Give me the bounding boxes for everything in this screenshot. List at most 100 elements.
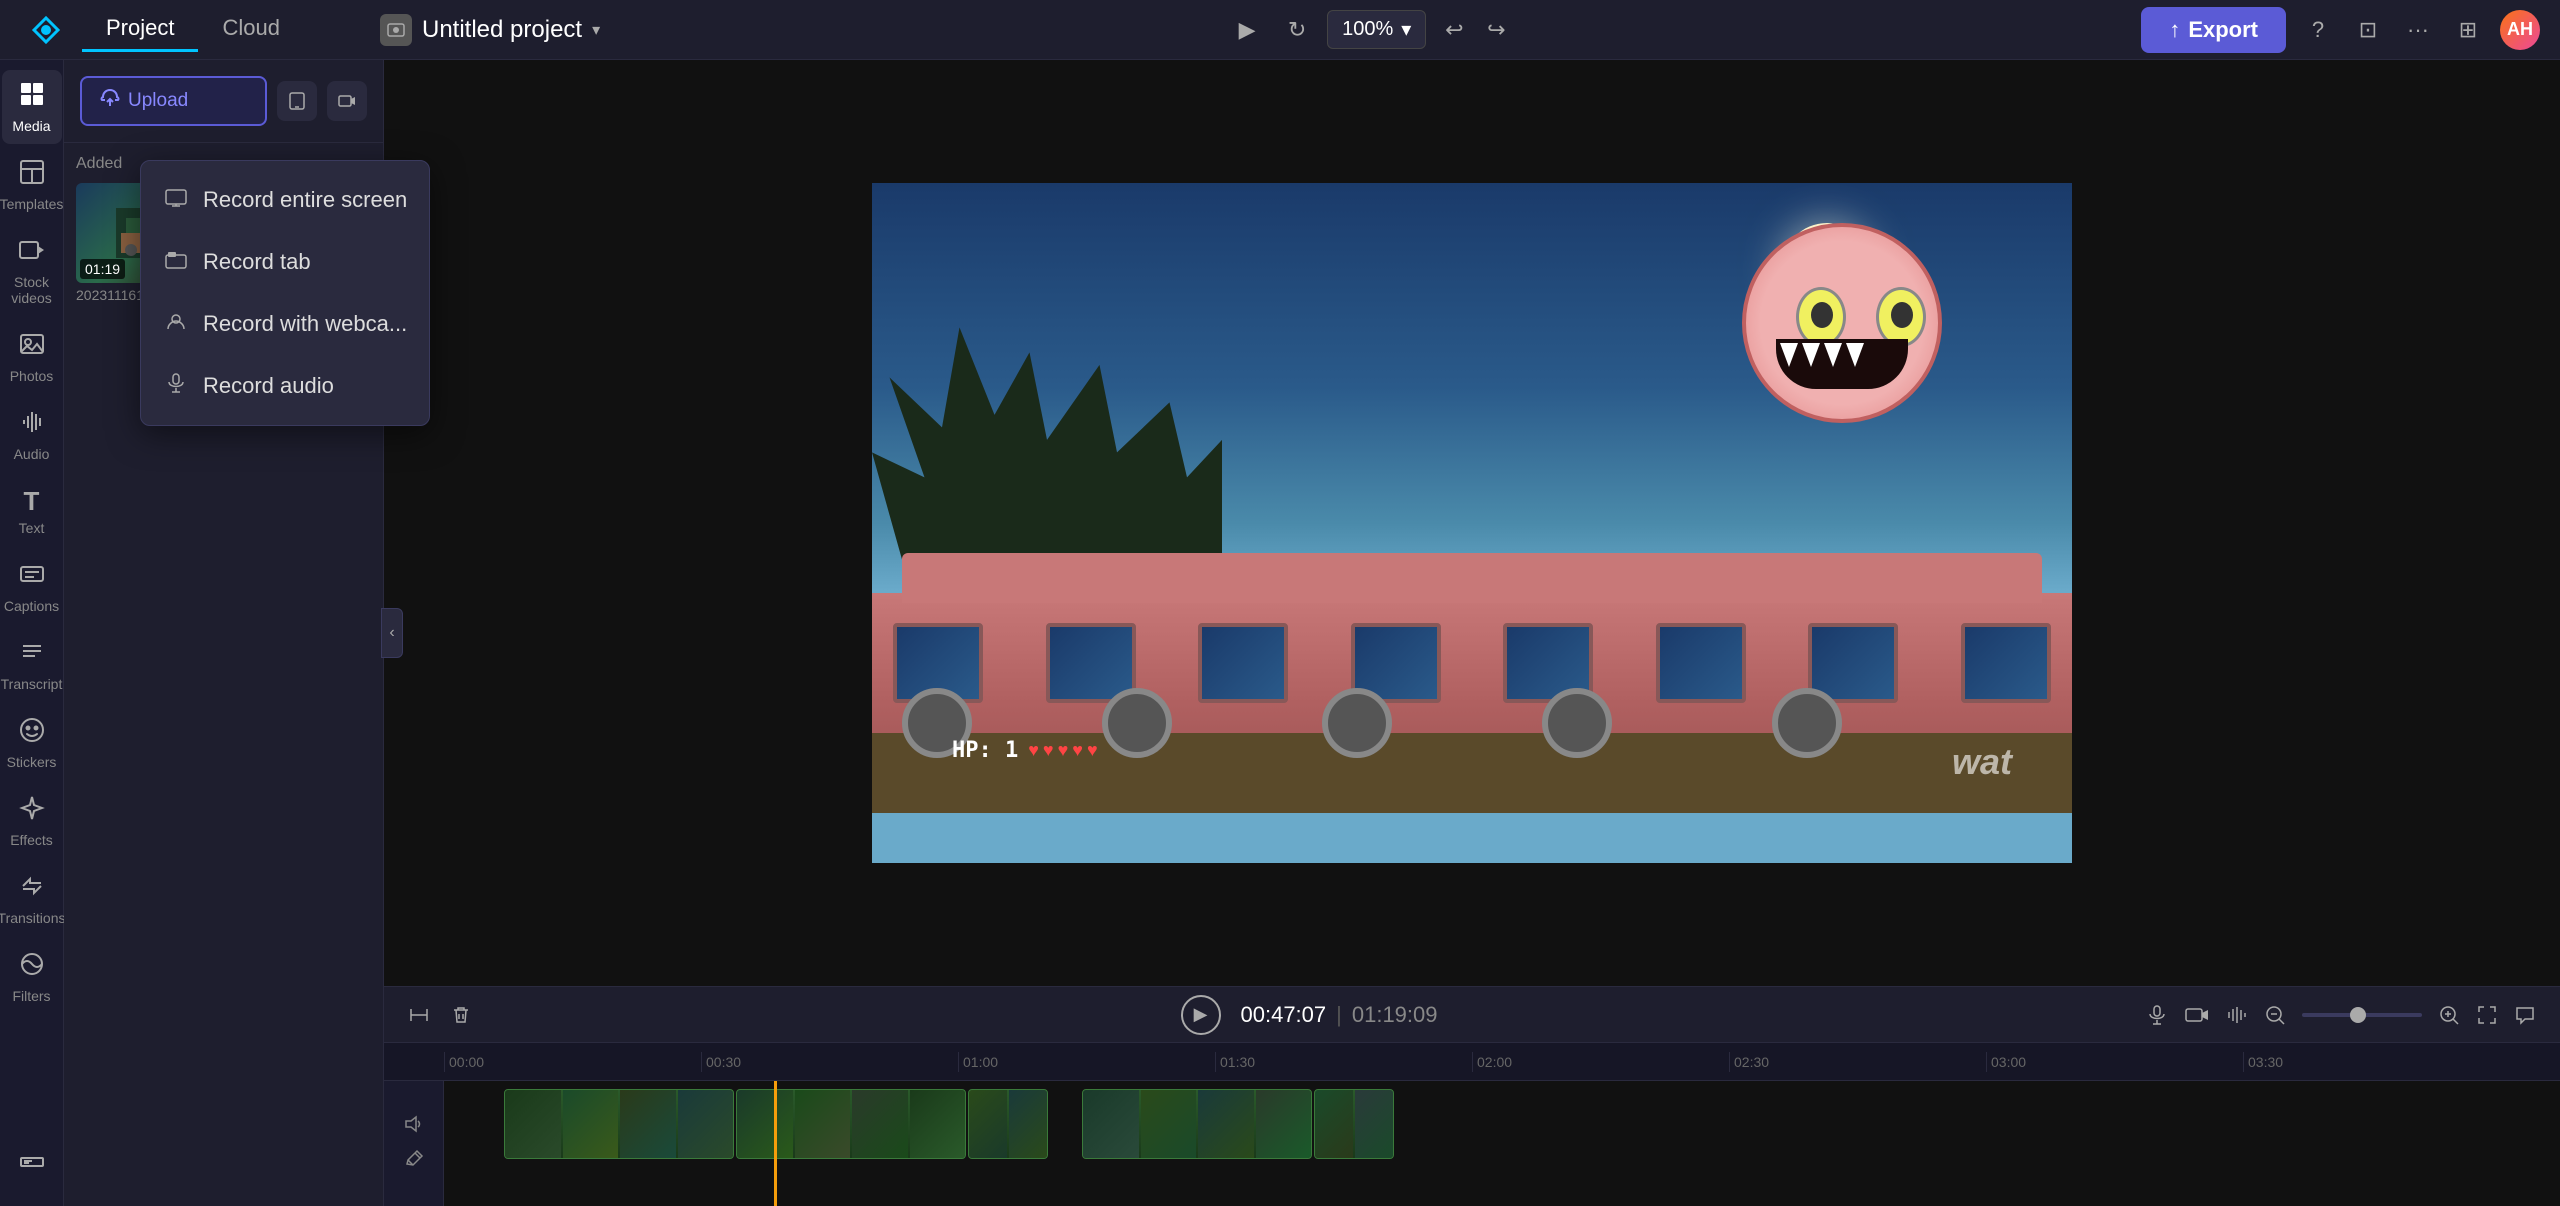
filters-icon bbox=[18, 950, 46, 985]
layout-toggle-button[interactable]: ⊞ bbox=[2450, 12, 2486, 48]
loop-button[interactable]: ↻ bbox=[1277, 10, 1317, 50]
zoom-slider-track[interactable] bbox=[2302, 1013, 2422, 1017]
project-title: Untitled project bbox=[422, 16, 582, 44]
media-duration: 01:19 bbox=[80, 259, 125, 279]
redo-button[interactable]: ↪ bbox=[1478, 12, 1514, 48]
sidebar-item-media[interactable]: Media bbox=[2, 70, 62, 144]
zoom-slider[interactable] bbox=[2302, 1013, 2422, 1017]
captions-icon bbox=[18, 560, 46, 595]
right-letterbox bbox=[2400, 60, 2560, 986]
sidebar-label-photos: Photos bbox=[10, 368, 54, 384]
boss-tooth-1 bbox=[1780, 343, 1798, 367]
more-options-button[interactable]: ··· bbox=[2400, 12, 2436, 48]
record-audio-icon bbox=[163, 373, 189, 399]
undo-button[interactable]: ↩ bbox=[1436, 12, 1472, 48]
canvas-preview: HP: 1 ♥ ♥ ♥ ♥ ♥ wat bbox=[384, 60, 2560, 986]
record-screen-item[interactable]: Record entire screen bbox=[141, 169, 429, 231]
brand-kit-button[interactable]: ⊡ bbox=[2350, 12, 2386, 48]
sidebar-item-effects[interactable]: Effects bbox=[2, 784, 62, 858]
comment-button[interactable] bbox=[2514, 1004, 2536, 1026]
record-screen-label: Record entire screen bbox=[203, 187, 407, 213]
tab-project[interactable]: Project bbox=[82, 7, 198, 52]
tablet-button[interactable] bbox=[277, 81, 317, 121]
record-screen-icon bbox=[163, 187, 189, 213]
total-time: 01:19:09 bbox=[1352, 1002, 1438, 1028]
watermark-text: wat bbox=[1952, 741, 2012, 782]
clip-3-thumbnail bbox=[969, 1090, 1047, 1158]
hp-text: HP: 1 bbox=[952, 738, 1018, 763]
topbar-right: ↑ Export ? ⊡ ··· ⊞ AH bbox=[2141, 7, 2540, 53]
train-window-3 bbox=[1198, 623, 1288, 703]
app-logo bbox=[20, 4, 72, 56]
current-time: 00:47:07 bbox=[1241, 1002, 1327, 1028]
hide-panel-button[interactable]: ‹ bbox=[381, 608, 403, 658]
train-wheel-5 bbox=[1772, 688, 1842, 758]
delete-button[interactable] bbox=[450, 1004, 472, 1026]
clip-1[interactable] bbox=[504, 1089, 734, 1159]
sidebar-item-transcript[interactable]: Transcript bbox=[2, 628, 62, 702]
tree-silhouette bbox=[872, 327, 1222, 577]
record-webcam-item[interactable]: Record with webca... bbox=[141, 293, 429, 355]
sidebar-item-stickers[interactable]: Stickers bbox=[2, 706, 62, 780]
game-scene: HP: 1 ♥ ♥ ♥ ♥ ♥ wat bbox=[872, 183, 2072, 863]
clip-3[interactable] bbox=[968, 1089, 1048, 1159]
timeline-play-button[interactable]: ▶ bbox=[1181, 995, 1221, 1035]
sidebar-label-stock: Stock videos bbox=[8, 274, 56, 306]
clip-2[interactable] bbox=[736, 1089, 966, 1159]
sidebar-label-text: Text bbox=[19, 520, 45, 536]
record-audio-item[interactable]: Record audio bbox=[141, 355, 429, 417]
train-wheel-3 bbox=[1322, 688, 1392, 758]
project-dropdown-arrow-icon[interactable]: ▾ bbox=[592, 20, 600, 40]
mic-button[interactable] bbox=[2146, 1004, 2168, 1026]
record-tab-item[interactable]: Record tab bbox=[141, 231, 429, 293]
sidebar-item-transitions[interactable]: Transitions bbox=[2, 862, 62, 936]
sidebar-item-text[interactable]: T Text bbox=[2, 476, 62, 546]
fullscreen-button[interactable] bbox=[2476, 1004, 2498, 1026]
clip-5[interactable] bbox=[1314, 1089, 1394, 1159]
track-volume-button[interactable] bbox=[404, 1114, 424, 1139]
record-webcam-icon bbox=[163, 311, 189, 337]
zoom-in-button[interactable] bbox=[2438, 1004, 2460, 1026]
trim-button[interactable] bbox=[408, 1004, 430, 1026]
preview-play-button[interactable]: ▶ bbox=[1227, 10, 1267, 50]
sidebar-item-audio[interactable]: Audio bbox=[2, 398, 62, 472]
effects-icon bbox=[18, 794, 46, 829]
templates-icon bbox=[18, 158, 46, 193]
boss-eye-right bbox=[1876, 287, 1926, 347]
sidebar-label-templates: Templates bbox=[0, 196, 63, 212]
upload-button[interactable]: Upload bbox=[80, 76, 267, 126]
upload-icon bbox=[100, 88, 120, 114]
ruler-230: 02:30 bbox=[1729, 1052, 1986, 1072]
stickers-icon bbox=[18, 716, 46, 751]
export-button[interactable]: ↑ Export bbox=[2141, 7, 2286, 53]
timeline-play-icon: ▶ bbox=[1194, 1004, 1208, 1025]
zoom-out-button[interactable] bbox=[2264, 1004, 2286, 1026]
zoom-value: 100% bbox=[1342, 18, 1393, 41]
transitions-icon bbox=[18, 872, 46, 907]
timeline-controls-bar: ▶ 00:47:07 | 01:19:09 bbox=[384, 987, 2560, 1043]
clip-4[interactable] bbox=[1082, 1089, 1312, 1159]
user-avatar[interactable]: AH bbox=[2500, 10, 2540, 50]
audio-icon bbox=[18, 408, 46, 443]
zoom-slider-thumb[interactable] bbox=[2350, 1007, 2366, 1023]
undo-redo-controls: ↩ ↪ bbox=[1436, 12, 1514, 48]
sidebar-item-templates[interactable]: Templates bbox=[2, 148, 62, 222]
sidebar-item-filters[interactable]: Filters bbox=[2, 940, 62, 1014]
sidebar-item-photos[interactable]: Photos bbox=[2, 320, 62, 394]
track-edit-button[interactable] bbox=[404, 1149, 424, 1174]
zoom-selector[interactable]: 100% ▾ bbox=[1327, 10, 1426, 49]
timeline-right-controls bbox=[2146, 1004, 2536, 1026]
record-button[interactable] bbox=[327, 81, 367, 121]
record-tab-label: Record tab bbox=[203, 249, 311, 275]
tab-cloud[interactable]: Cloud bbox=[198, 7, 303, 52]
help-button[interactable]: ? bbox=[2300, 12, 2336, 48]
playhead[interactable] bbox=[774, 1081, 777, 1206]
sidebar-item-captions[interactable]: Captions bbox=[2, 550, 62, 624]
sidebar-item-stock-videos[interactable]: Stock videos bbox=[2, 226, 62, 316]
clip-5-thumbnail bbox=[1315, 1090, 1393, 1158]
camera-button[interactable] bbox=[2184, 1004, 2210, 1026]
ruler-330: 03:30 bbox=[2243, 1052, 2500, 1072]
sound-wave-button[interactable] bbox=[2226, 1004, 2248, 1026]
sidebar-item-captions-bottom[interactable] bbox=[2, 1131, 62, 1186]
project-icon bbox=[380, 14, 412, 46]
